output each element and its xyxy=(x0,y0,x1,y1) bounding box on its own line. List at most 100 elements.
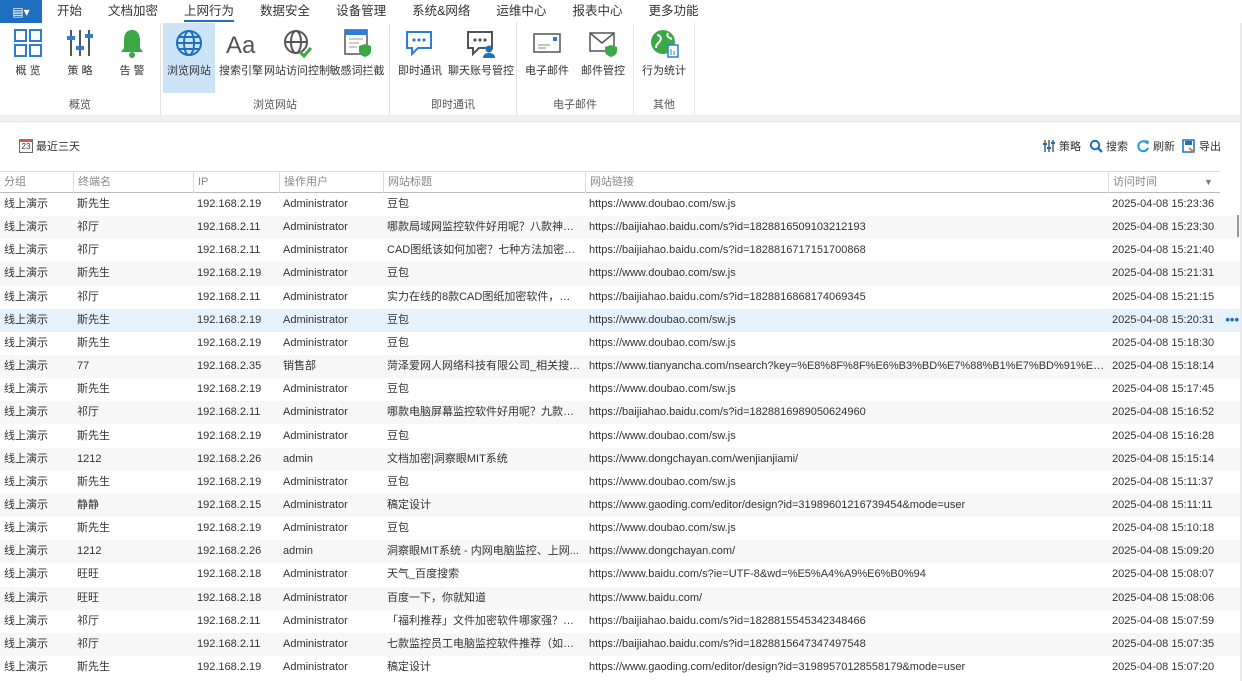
table-row[interactable]: 线上演示祁厅192.168.2.11Administrator七款监控员工电脑监… xyxy=(0,633,1242,656)
table-cell: 线上演示 xyxy=(0,610,73,633)
menu-tab-3[interactable]: 数据安全 xyxy=(247,0,323,23)
menu-tab-4[interactable]: 设备管理 xyxy=(323,0,399,23)
table-row[interactable]: 线上演示斯先生192.168.2.19Administrator稿定设计http… xyxy=(0,656,1242,679)
table-cell: 1212 xyxy=(73,448,193,471)
table-cell: 线上演示 xyxy=(0,193,73,216)
table-row[interactable]: 线上演示斯先生192.168.2.19Administrator豆包https:… xyxy=(0,193,1242,216)
table-row[interactable]: 线上演示斯先生192.168.2.19Administrator豆包https:… xyxy=(0,471,1242,494)
ribbon-button-label: 告 警 xyxy=(119,62,144,78)
bell-icon xyxy=(116,27,148,59)
table-cell: 斯先生 xyxy=(73,309,193,332)
vertical-scrollbar[interactable] xyxy=(1237,215,1239,237)
table-row[interactable]: 线上演示祁厅192.168.2.11Administrator「福利推荐」文件加… xyxy=(0,610,1242,633)
table-row[interactable]: 线上演示斯先生192.168.2.19Administrator豆包https:… xyxy=(0,378,1242,401)
table-row[interactable]: 线上演示77192.168.2.35销售部菏泽爱网人网络科技有限公司_相关搜索结… xyxy=(0,355,1242,378)
table-cell: 豆包 xyxy=(383,309,581,332)
table-cell: 豆包 xyxy=(383,193,581,216)
table-row[interactable]: 线上演示旺旺192.168.2.18Administrator百度一下，你就知道… xyxy=(0,587,1242,610)
ribbon-button-3-1[interactable]: 邮件管控 xyxy=(575,23,631,93)
menu-tab-1[interactable]: 文档加密 xyxy=(95,0,171,23)
app-menu-button[interactable]: ▤▾ xyxy=(0,0,42,23)
column-header-5[interactable]: 网站链接 xyxy=(585,172,1108,193)
table-row[interactable]: 线上演示静静192.168.2.15Administrator稿定设计https… xyxy=(0,494,1242,517)
table-cell: 192.168.2.35 xyxy=(193,355,279,378)
date-range-button[interactable]: 23 最近三天 xyxy=(19,135,80,157)
ribbon-button-0-1[interactable]: 策 略 xyxy=(54,23,106,93)
column-header-0[interactable]: 分组 xyxy=(0,172,73,193)
table-row[interactable]: 线上演示旺旺192.168.2.18Administrator天气_百度搜索ht… xyxy=(0,563,1242,586)
table-cell: Administrator xyxy=(279,587,383,610)
table-cell: 祁厅 xyxy=(73,239,193,262)
table-cell: 192.168.2.11 xyxy=(193,286,279,309)
table-cell: Administrator xyxy=(279,378,383,401)
table-row[interactable]: 线上演示斯先生192.168.2.19Administrator豆包https:… xyxy=(0,309,1242,332)
column-header-3[interactable]: 操作用户 xyxy=(279,172,383,193)
ribbon-group-2: 即时通讯聊天账号管控即时通讯 xyxy=(390,23,517,115)
column-header-2[interactable]: IP xyxy=(193,172,279,193)
menu-tab-7[interactable]: 报表中心 xyxy=(559,0,635,23)
table-cell: Administrator xyxy=(279,494,383,517)
table-row[interactable]: 线上演示斯先生192.168.2.19Administrator豆包https:… xyxy=(0,517,1242,540)
ribbon-group-label: 概览 xyxy=(0,96,160,112)
menu-tab-8[interactable]: 更多功能 xyxy=(635,0,711,23)
sort-dropdown-icon[interactable]: ▼ xyxy=(1204,172,1213,193)
menu-tab-5[interactable]: 系统&网络 xyxy=(399,0,483,23)
ribbon-button-0-2[interactable]: 告 警 xyxy=(106,23,158,93)
table-row[interactable]: 线上演示祁厅192.168.2.11AdministratorCAD图纸该如何加… xyxy=(0,239,1242,262)
ribbon-divider xyxy=(0,115,1242,123)
table-cell: 192.168.2.18 xyxy=(193,587,279,610)
ribbon-button-0-0[interactable]: 概 览 xyxy=(2,23,54,93)
table-cell: 文档加密|洞察眼MIT系统 xyxy=(383,448,581,471)
ribbon-button-1-0[interactable]: 浏览网站 xyxy=(163,23,215,93)
ribbon-button-label: 邮件管控 xyxy=(581,62,625,78)
table-cell: Administrator xyxy=(279,286,383,309)
search-button[interactable]: 搜索 xyxy=(1089,135,1128,157)
table-cell: 192.168.2.11 xyxy=(193,633,279,656)
ribbon-button-4-0[interactable]: 行为统计 xyxy=(636,23,692,93)
column-header-1[interactable]: 终端名 xyxy=(73,172,193,193)
menu-tab-6[interactable]: 运维中心 xyxy=(483,0,559,23)
table-cell: https://baijiahao.baidu.com/s?id=1828816… xyxy=(585,239,1108,262)
column-header-4[interactable]: 网站标题 xyxy=(383,172,585,193)
table-row[interactable]: 线上演示1212192.168.2.26admin洞察眼MIT系统 - 内网电脑… xyxy=(0,540,1242,563)
table-cell: Administrator xyxy=(279,262,383,285)
table-cell: https://www.doubao.com/sw.js xyxy=(585,193,1108,216)
ribbon-button-3-0[interactable]: 电子邮件 xyxy=(519,23,575,93)
ribbon-button-2-1[interactable]: 聊天账号管控 xyxy=(448,23,514,93)
table-header: 分组终端名IP操作用户网站标题网站链接访问时间▼ xyxy=(0,171,1220,193)
table-cell: https://www.baidu.com/s?ie=UTF-8&wd=%E5%… xyxy=(585,563,1108,586)
ribbon-button-label: 策 略 xyxy=(67,62,92,78)
table-row[interactable]: 线上演示祁厅192.168.2.11Administrator哪款局域网监控软件… xyxy=(0,216,1242,239)
table-row[interactable]: 线上演示祁厅192.168.2.11Administrator哪款电脑屏幕监控软… xyxy=(0,401,1242,424)
table-row[interactable]: 线上演示1212192.168.2.26admin文档加密|洞察眼MIT系统ht… xyxy=(0,448,1242,471)
table-cell: 192.168.2.19 xyxy=(193,378,279,401)
globe-icon xyxy=(173,27,205,59)
ribbon-button-1-2[interactable]: 网站访问控制 xyxy=(267,23,327,93)
table-cell: 哪款局域网监控软件好用呢？八款神级局... xyxy=(383,216,581,239)
refresh-button[interactable]: 刷新 xyxy=(1136,135,1175,157)
more-options-icon[interactable]: ••• xyxy=(1225,309,1239,330)
table-row[interactable]: 线上演示斯先生192.168.2.19Administrator豆包https:… xyxy=(0,262,1242,285)
table-cell: 2025-04-08 15:11:37 xyxy=(1108,471,1220,494)
ribbon-button-2-0[interactable]: 即时通讯 xyxy=(392,23,448,93)
ribbon-button-1-1[interactable]: Aa搜索引擎 xyxy=(215,23,267,93)
menu-tab-0[interactable]: 开始 xyxy=(44,0,95,23)
table-row[interactable]: 线上演示斯先生192.168.2.19Administrator豆包https:… xyxy=(0,425,1242,448)
sliders-icon xyxy=(1042,139,1056,153)
ribbon-button-1-3[interactable]: 敏感词拦截 xyxy=(327,23,387,93)
table-cell: https://www.doubao.com/sw.js xyxy=(585,332,1108,355)
policy-button[interactable]: 策略 xyxy=(1042,135,1081,157)
chat-icon xyxy=(404,27,436,59)
table-cell: https://www.doubao.com/sw.js xyxy=(585,309,1108,332)
table-cell: 2025-04-08 15:23:36 xyxy=(1108,193,1220,216)
table-row[interactable]: 线上演示祁厅192.168.2.11Administrator实力在线的8款CA… xyxy=(0,286,1242,309)
ribbon-button-label: 行为统计 xyxy=(642,62,686,78)
table-cell: 线上演示 xyxy=(0,378,73,401)
table-cell: 线上演示 xyxy=(0,448,73,471)
export-button[interactable]: 导出 xyxy=(1182,135,1221,157)
chat-user-icon xyxy=(465,27,497,59)
table-row[interactable]: 线上演示斯先生192.168.2.19Administrator豆包https:… xyxy=(0,332,1242,355)
menu-tab-2[interactable]: 上网行为 xyxy=(171,0,247,23)
table-cell: 旺旺 xyxy=(73,563,193,586)
table-cell: 192.168.2.11 xyxy=(193,216,279,239)
